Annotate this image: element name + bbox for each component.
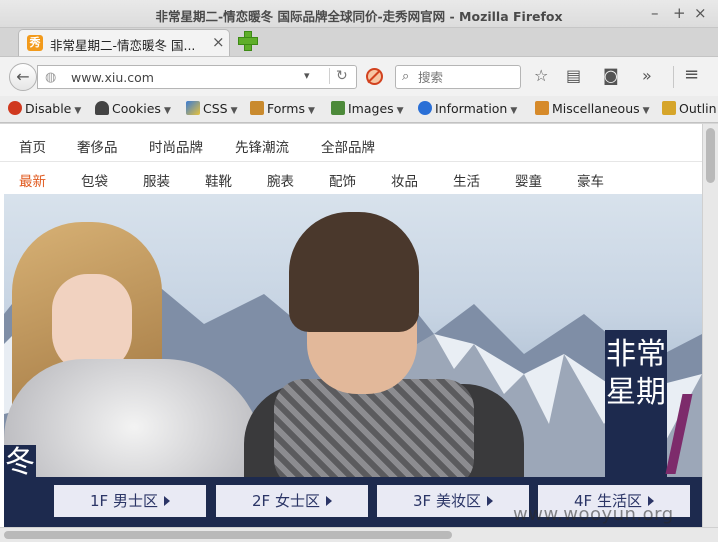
- devbar-miscellaneous[interactable]: Miscellaneous ▼: [535, 101, 650, 116]
- search-box[interactable]: ⌕: [395, 65, 521, 89]
- devbar-css[interactable]: CSS ▼: [186, 101, 238, 116]
- devbar-disable[interactable]: Disable ▼: [8, 101, 81, 116]
- information-icon: [418, 101, 432, 115]
- arrow-right-icon: [325, 496, 332, 506]
- css-icon: [186, 101, 200, 115]
- new-tab-plus-icon[interactable]: [238, 31, 258, 51]
- horizontal-scrollbar[interactable]: [0, 527, 718, 542]
- horizontal-scroll-thumb[interactable]: [4, 531, 452, 539]
- devbar-images[interactable]: Images ▼: [331, 101, 404, 116]
- search-icon: ⌕: [402, 69, 410, 84]
- category-nav: 最新 包袋 服装 鞋靴 腕表 配饰 妆品 生活 婴童 豪车: [0, 162, 702, 194]
- category-watches[interactable]: 腕表: [267, 170, 294, 190]
- floor-1-button[interactable]: 1F 男士区: [54, 485, 206, 517]
- category-bags[interactable]: 包袋: [81, 170, 108, 190]
- miscellaneous-icon: [535, 101, 549, 115]
- devbar-outline[interactable]: Outlin: [662, 101, 717, 116]
- back-button[interactable]: ←: [9, 63, 37, 91]
- nav-trend[interactable]: 先锋潮流: [235, 136, 289, 156]
- arrow-right-icon: [486, 496, 493, 506]
- primary-nav: 首页 奢侈品 时尚品牌 先锋潮流 全部品牌: [0, 124, 702, 162]
- minimize-button[interactable]: –: [651, 4, 659, 22]
- model-man-scarf: [274, 379, 474, 489]
- category-newest[interactable]: 最新: [19, 170, 46, 190]
- category-cosmetics[interactable]: 妆品: [391, 170, 418, 190]
- tab-label: 非常星期二-情恋暖冬 国...: [50, 38, 196, 53]
- wooyun-watermark: www.wooyun.org: [513, 504, 674, 525]
- devbar-information[interactable]: Information ▼: [418, 101, 517, 116]
- bookmark-star-icon[interactable]: ☆: [534, 66, 548, 85]
- floor-3-button[interactable]: 3F 美妆区: [377, 485, 529, 517]
- nav-luxury[interactable]: 奢侈品: [77, 136, 118, 156]
- nav-fashion-brands[interactable]: 时尚品牌: [149, 136, 203, 156]
- banner-left-mark: 冬: [4, 445, 36, 519]
- images-icon: [331, 101, 345, 115]
- vertical-scrollbar[interactable]: [702, 124, 718, 527]
- overflow-icon[interactable]: »: [642, 66, 652, 85]
- maximize-button[interactable]: +: [673, 4, 686, 22]
- nav-home[interactable]: 首页: [19, 136, 46, 156]
- vertical-scroll-thumb[interactable]: [706, 128, 715, 183]
- page-viewport: 首页 奢侈品 时尚品牌 先锋潮流 全部品牌 最新 包袋 服装 鞋靴 腕表 配饰 …: [0, 124, 702, 527]
- web-developer-toolbar: Disable ▼ Cookies ▼ CSS ▼ Forms ▼ Images ▼ In…: [0, 96, 718, 123]
- model-man-hair: [289, 212, 419, 332]
- url-text[interactable]: www.xiu.com: [71, 70, 154, 85]
- category-cars[interactable]: 豪车: [577, 170, 604, 190]
- devbar-forms[interactable]: Forms ▼: [250, 101, 315, 116]
- window-titlebar: 非常星期二-情恋暖冬 国际品牌全球同价-走秀网官网 - Mozilla Fire…: [0, 0, 718, 28]
- category-baby[interactable]: 婴童: [515, 170, 542, 190]
- pocket-icon[interactable]: ◙: [603, 66, 619, 85]
- site-identity-globe-icon[interactable]: ◍: [45, 70, 56, 85]
- menu-icon[interactable]: ≡: [684, 64, 699, 85]
- toolbar-separator: [673, 66, 674, 88]
- search-input[interactable]: [418, 67, 516, 87]
- cookies-icon: [95, 101, 109, 115]
- category-lifestyle[interactable]: 生活: [453, 170, 480, 190]
- outline-icon: [662, 101, 676, 115]
- category-clothing[interactable]: 服装: [143, 170, 170, 190]
- tab-close-button[interactable]: ×: [212, 33, 225, 51]
- reload-button[interactable]: ↻: [329, 68, 348, 84]
- promo-banner[interactable]: 非常星期 冬 1F 男士区 2F 女士区 3F 美妆区 4F 生活区: [4, 194, 702, 527]
- category-accessories[interactable]: 配饰: [329, 170, 356, 190]
- url-history-dropdown-icon[interactable]: ▾: [304, 69, 310, 82]
- site-favicon-icon: 秀: [27, 35, 43, 51]
- navigation-toolbar: ← ◍ www.xiu.com ▾ ↻ ⌕ ☆ ▤ ◙ » ≡: [0, 56, 718, 96]
- nav-all-brands[interactable]: 全部品牌: [321, 136, 375, 156]
- tab-strip: 秀 非常星期二-情恋暖冬 国... ×: [0, 28, 718, 56]
- disable-icon: [8, 101, 22, 115]
- noscript-icon[interactable]: [366, 68, 383, 85]
- reading-list-icon[interactable]: ▤: [566, 66, 581, 85]
- floor-2-button[interactable]: 2F 女士区: [216, 485, 368, 517]
- window-title: 非常星期二-情恋暖冬 国际品牌全球同价-走秀网官网 - Mozilla Fire…: [155, 9, 563, 24]
- devbar-cookies[interactable]: Cookies ▼: [95, 101, 171, 116]
- close-window-button[interactable]: ×: [694, 4, 707, 22]
- tab-active[interactable]: 秀 非常星期二-情恋暖冬 国... ×: [18, 29, 230, 56]
- arrow-right-icon: [163, 496, 170, 506]
- url-bar[interactable]: ◍ www.xiu.com ▾ ↻: [37, 65, 357, 89]
- forms-icon: [250, 101, 264, 115]
- category-shoes[interactable]: 鞋靴: [205, 170, 232, 190]
